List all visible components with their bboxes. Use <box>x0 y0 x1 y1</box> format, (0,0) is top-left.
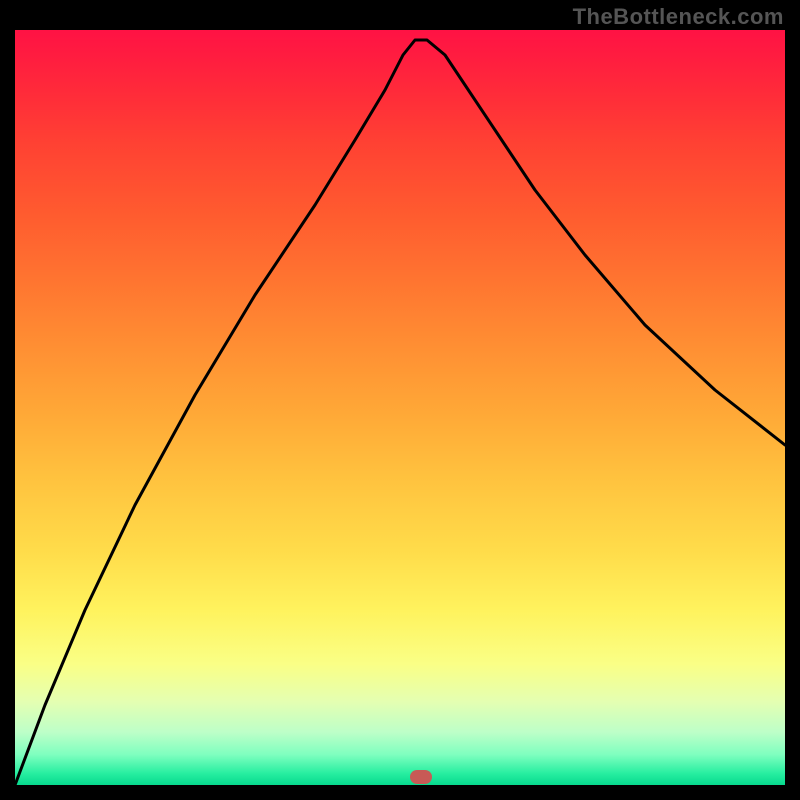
bottleneck-curve <box>15 30 785 785</box>
watermark-text: TheBottleneck.com <box>573 4 784 30</box>
chart-frame: TheBottleneck.com <box>0 0 800 800</box>
curve-path <box>15 40 785 785</box>
plot-area <box>15 30 785 785</box>
bottleneck-marker <box>410 770 432 784</box>
